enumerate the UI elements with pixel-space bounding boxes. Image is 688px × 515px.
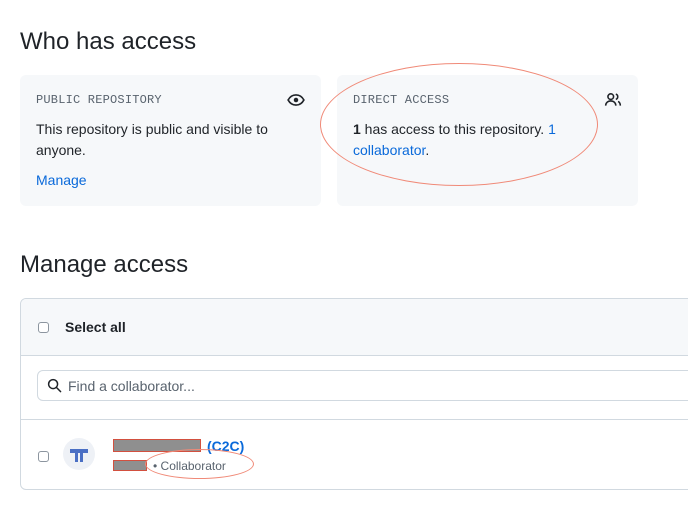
direct-access-label: DIRECT ACCESS [353, 93, 450, 107]
direct-access-text-end: . [425, 142, 430, 158]
select-all-checkbox[interactable] [38, 322, 49, 333]
find-collaborator-input[interactable]: Find a collaborator... [37, 370, 688, 401]
manage-link[interactable]: Manage [36, 172, 87, 188]
direct-access-text-middle: has access to this repository. [360, 121, 549, 137]
public-repository-card: PUBLIC REPOSITORY This repository is pub… [20, 75, 321, 206]
select-all-label[interactable]: Select all [65, 319, 126, 335]
public-repository-text: This repository is public and visible to… [36, 121, 268, 158]
avatar[interactable] [63, 438, 95, 470]
manage-access-box: Select all Find a collaborator... (C2C) … [20, 298, 688, 490]
manage-access-header: Select all [21, 299, 688, 356]
eye-icon [287, 94, 305, 106]
avatar-logo-icon [70, 449, 88, 462]
search-row: Find a collaborator... [21, 356, 688, 420]
manage-access-heading: Manage access [20, 251, 189, 278]
access-count: 1 [353, 121, 361, 137]
collaborator-checkbox[interactable] [38, 451, 49, 462]
public-repository-label: PUBLIC REPOSITORY [36, 93, 162, 107]
search-icon [47, 378, 62, 393]
collaborator-role: • Collaborator [153, 459, 226, 473]
collaborator-name[interactable]: (C2C) [207, 438, 244, 454]
who-has-access-heading: Who has access [20, 28, 197, 55]
direct-access-card: DIRECT ACCESS 1 has access to this repos… [337, 75, 638, 206]
search-placeholder: Find a collaborator... [68, 378, 195, 394]
direct-access-text: 1 has access to this repository. 1 colla… [353, 119, 622, 161]
redacted-name [113, 439, 201, 452]
people-icon [604, 93, 622, 106]
redacted-login [113, 460, 147, 471]
collaborator-row: (C2C) • Collaborator [21, 420, 688, 489]
